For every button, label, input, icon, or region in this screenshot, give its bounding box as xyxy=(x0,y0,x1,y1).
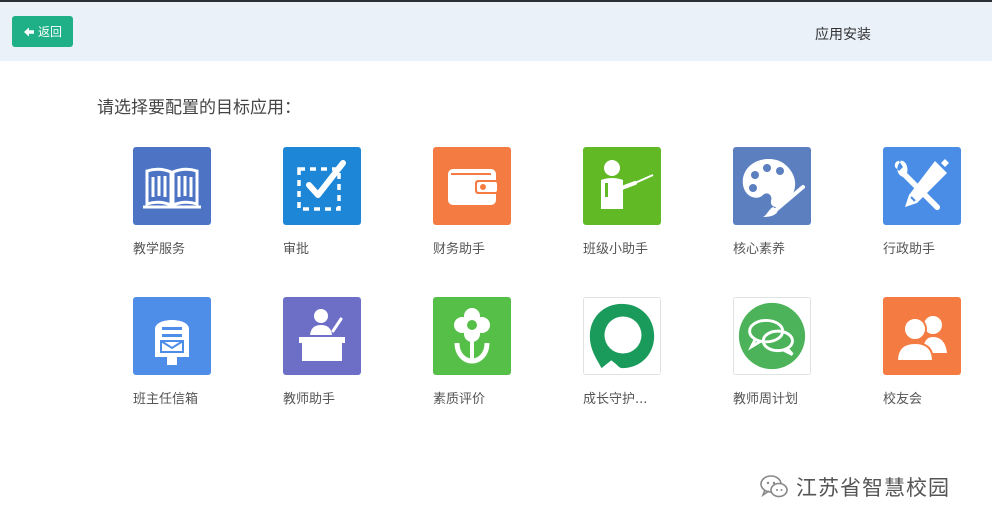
app-tile xyxy=(583,147,661,225)
app-label: 校友会 xyxy=(883,392,923,407)
chat-ring-icon xyxy=(584,298,660,374)
app-teacher-assistant[interactable]: 教师助手 xyxy=(283,297,403,427)
app-tile xyxy=(883,297,961,375)
page-header: 返回 应用安装 xyxy=(0,2,992,61)
app-label: 核心素养 xyxy=(733,242,786,257)
flower-icon xyxy=(433,297,511,375)
app-finance-assistant[interactable]: 财务助手 xyxy=(433,147,553,277)
app-class-assistant[interactable]: 班级小助手 xyxy=(583,147,703,277)
wallet-icon xyxy=(433,147,511,225)
app-label: 财务助手 xyxy=(433,242,486,257)
app-tile xyxy=(133,147,211,225)
app-label: 行政助手 xyxy=(883,242,936,257)
app-label: 素质评价 xyxy=(433,392,486,407)
tools-icon xyxy=(883,147,961,225)
app-core-literacy[interactable]: 核心素养 xyxy=(733,147,853,277)
app-tile xyxy=(733,147,811,225)
app-tile xyxy=(133,297,211,375)
app-tile xyxy=(283,147,361,225)
app-label: 班主任信箱 xyxy=(133,392,199,407)
app-teacher-weekly-plan[interactable]: 教师周计划 xyxy=(733,297,853,427)
app-alumni[interactable]: 校友会 xyxy=(883,297,992,427)
watermark-text: 江苏省智慧校园 xyxy=(796,476,950,500)
app-tile xyxy=(733,297,811,375)
chat-bubbles-icon xyxy=(734,298,810,374)
app-tile xyxy=(433,297,511,375)
teacher-desk-icon xyxy=(283,297,361,375)
book-icon xyxy=(133,147,211,225)
app-label: 审批 xyxy=(283,242,310,257)
app-label: 教师周计划 xyxy=(733,392,799,407)
app-head-teacher-mailbox[interactable]: 班主任信箱 xyxy=(133,297,253,427)
app-quality-evaluation[interactable]: 素质评价 xyxy=(433,297,553,427)
app-tile xyxy=(883,147,961,225)
teacher-board-icon xyxy=(583,147,661,225)
back-button-label: 返回 xyxy=(37,25,62,39)
users-icon xyxy=(883,297,961,375)
app-label: 教师助手 xyxy=(283,392,336,407)
palette-icon xyxy=(733,147,811,225)
app-teaching-service[interactable]: 教学服务 xyxy=(133,147,253,277)
app-approval[interactable]: 审批 xyxy=(283,147,403,277)
app-label: 教学服务 xyxy=(133,242,186,257)
app-tile xyxy=(433,147,511,225)
app-tile xyxy=(283,297,361,375)
app-label: 成长守护... xyxy=(583,392,648,407)
mailbox-icon xyxy=(133,297,211,375)
select-app-prompt: 请选择要配置的目标应用： xyxy=(97,98,301,118)
app-tile xyxy=(583,297,661,375)
app-admin-assistant[interactable]: 行政助手 xyxy=(883,147,992,277)
wechat-icon xyxy=(760,475,788,498)
arrow-left-icon xyxy=(23,27,34,36)
approval-check-icon xyxy=(283,147,361,225)
watermark: 江苏省智慧校园 xyxy=(760,472,950,502)
page-title: 应用安装 xyxy=(815,27,871,43)
app-growth-guardian[interactable]: 成长守护... xyxy=(583,297,703,427)
app-label: 班级小助手 xyxy=(583,242,649,257)
back-button[interactable]: 返回 xyxy=(12,16,73,47)
